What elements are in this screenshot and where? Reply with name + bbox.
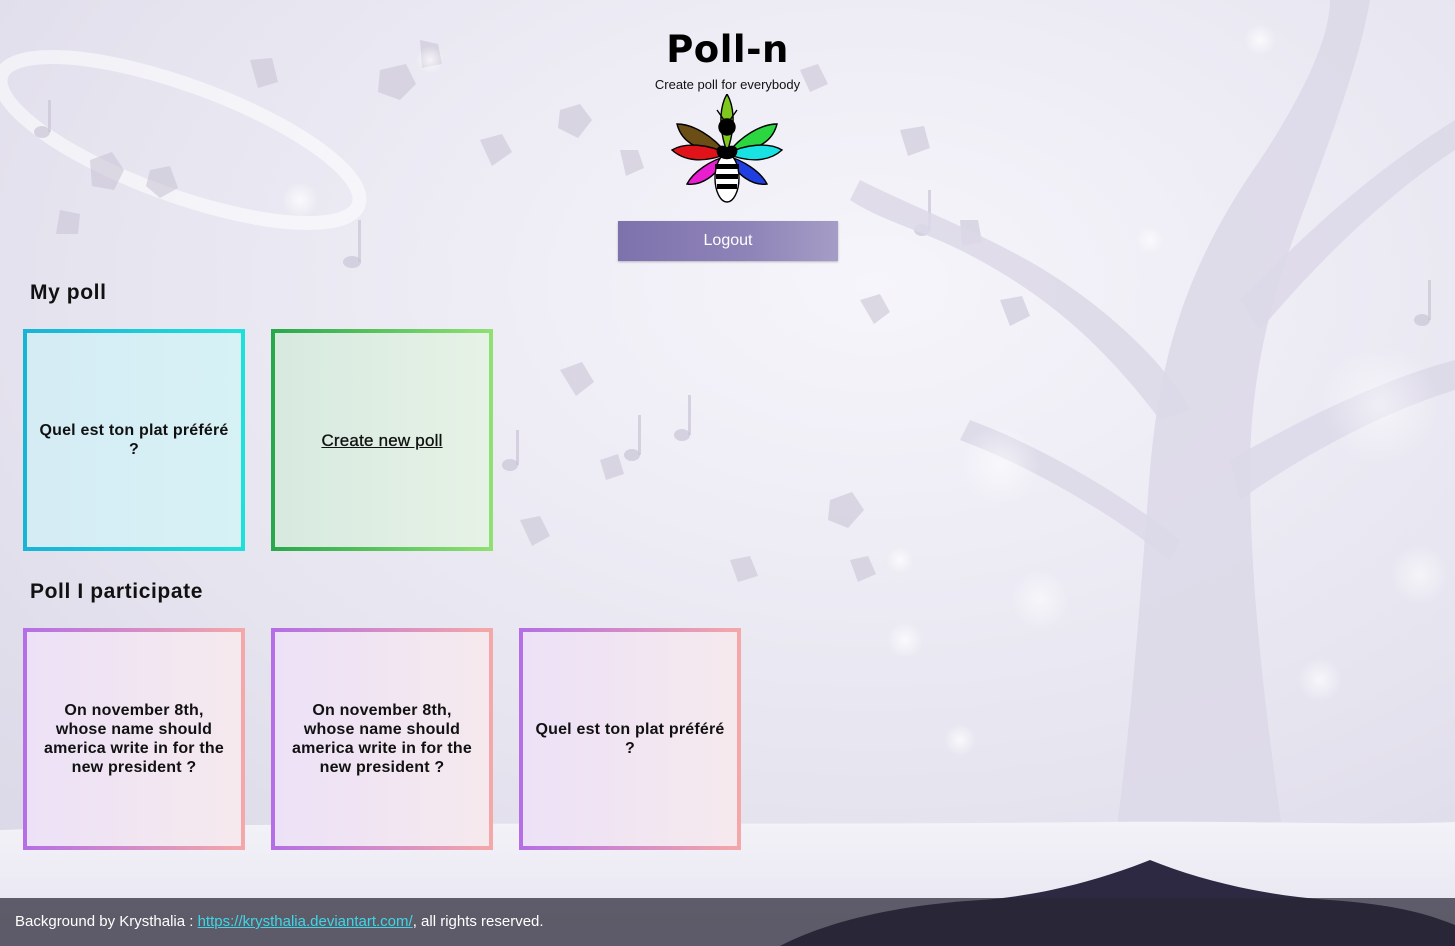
footer-credit-link[interactable]: https://krysthalia.deviantart.com/ xyxy=(198,913,413,930)
participated-poll-card[interactable]: Quel est ton plat préféré ? xyxy=(519,628,741,850)
footer-credit-prefix: Background by Krysthalia : xyxy=(15,913,198,930)
create-poll-card[interactable]: Create new poll xyxy=(271,329,493,551)
site-subtitle: Create poll for everybody xyxy=(654,77,801,92)
participated-heading: Poll I participate xyxy=(30,580,204,603)
my-poll-card[interactable]: Quel est ton plat préféré ? xyxy=(23,329,245,551)
poll-card-label: Quel est ton plat préféré ? xyxy=(535,721,725,757)
create-poll-link[interactable]: Create new poll xyxy=(321,430,442,449)
participated-poll-card[interactable]: On november 8th, whose name should ameri… xyxy=(23,628,245,850)
my-poll-heading: My poll xyxy=(30,281,107,304)
logo-icon xyxy=(670,94,784,203)
logout-button[interactable]: Logout xyxy=(618,221,838,261)
poll-card-label: On november 8th, whose name should ameri… xyxy=(44,702,224,776)
site-title: Poll-n xyxy=(666,28,789,71)
footer: Background by Krysthalia : https://kryst… xyxy=(0,898,1455,946)
footer-credit-suffix: , all rights reserved. xyxy=(412,913,544,930)
poll-card-label: On november 8th, whose name should ameri… xyxy=(292,702,472,776)
poll-card-label: Quel est ton plat préféré ? xyxy=(39,422,229,458)
participated-poll-card[interactable]: On november 8th, whose name should ameri… xyxy=(271,628,493,850)
